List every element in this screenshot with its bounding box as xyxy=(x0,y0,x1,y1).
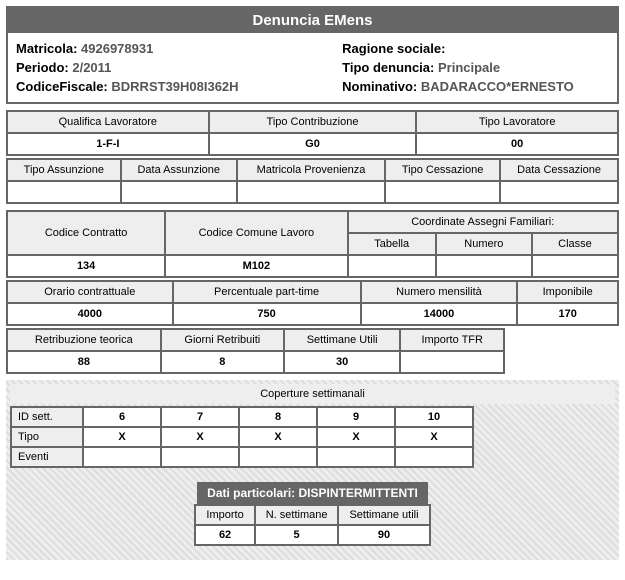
lbl-cf: CodiceFiscale: xyxy=(16,79,108,94)
val-qualifica: 1-F-I xyxy=(8,134,208,154)
eventi-3 xyxy=(318,448,394,466)
hdr-retrib-teor: Retribuzione teorica xyxy=(8,330,160,350)
hdr-tipo-lav: Tipo Lavoratore xyxy=(417,112,617,132)
idsett-4: 10 xyxy=(396,408,472,426)
val-matr-prov xyxy=(238,182,384,202)
hdr-cod-contratto: Codice Contratto xyxy=(8,212,164,254)
lbl-periodo: Periodo: xyxy=(16,60,69,75)
row-eventi: Eventi xyxy=(12,448,82,466)
val-cf: BDRRST39H08I362H xyxy=(111,79,238,94)
idsett-2: 8 xyxy=(240,408,316,426)
lbl-nominativo: Nominativo: xyxy=(342,79,417,94)
sec-assunzione: Tipo Assunzione Data Assunzione Matricol… xyxy=(6,158,619,204)
dp-v1: 5 xyxy=(256,526,338,544)
hdr-coord-assegni: Coordinate Assegni Familiari: xyxy=(349,212,617,232)
hdr-tipo-cess: Tipo Cessazione xyxy=(386,160,499,180)
lbl-tipo-denuncia: Tipo denuncia: xyxy=(342,60,434,75)
val-retrib-teor: 88 xyxy=(8,352,160,372)
tipo-4: X xyxy=(396,428,472,446)
idsett-1: 7 xyxy=(162,408,238,426)
dp-h0: Importo xyxy=(196,506,253,524)
val-matricola: 4926978931 xyxy=(81,41,153,56)
val-tipo-lav: 00 xyxy=(417,134,617,154)
tipo-2: X xyxy=(240,428,316,446)
eventi-4 xyxy=(396,448,472,466)
header-block: Matricola: 4926978931 Ragione sociale: P… xyxy=(8,33,617,102)
val-classe xyxy=(533,256,617,276)
val-orario: 4000 xyxy=(8,304,172,324)
val-giorni: 8 xyxy=(162,352,283,372)
coperture-table: ID sett. 6 7 8 9 10 Tipo X X X X X Event… xyxy=(10,406,474,468)
dp-v0: 62 xyxy=(196,526,253,544)
hdr-num-mens: Numero mensilità xyxy=(362,282,517,302)
hdr-tabella: Tabella xyxy=(349,234,435,254)
row-tipo: Tipo xyxy=(12,428,82,446)
val-cod-contratto: 134 xyxy=(8,256,164,276)
dp-v2: 90 xyxy=(339,526,428,544)
eventi-2 xyxy=(240,448,316,466)
sec-orario: Orario contrattuale Percentuale part-tim… xyxy=(6,280,619,326)
hdr-data-cess: Data Cessazione xyxy=(501,160,617,180)
val-perc-pt: 750 xyxy=(174,304,360,324)
val-imponibile: 170 xyxy=(518,304,617,324)
hdr-importo-tfr: Importo TFR xyxy=(401,330,503,350)
sec-retrib: Retribuzione teorica Giorni Retribuiti S… xyxy=(6,328,505,374)
row-idsett: ID sett. xyxy=(12,408,82,426)
dp-title: Dati particolari: DISPINTERMITTENTI xyxy=(197,482,428,504)
val-tabella xyxy=(349,256,435,276)
hdr-matr-prov: Matricola Provenienza xyxy=(238,160,384,180)
val-tipo-contrib: G0 xyxy=(210,134,416,154)
val-tipo-ass xyxy=(8,182,120,202)
lbl-ragione: Ragione sociale: xyxy=(342,41,445,56)
hdr-cod-comune: Codice Comune Lavoro xyxy=(166,212,346,254)
tipo-0: X xyxy=(84,428,160,446)
dp-h2: Settimane utili xyxy=(339,506,428,524)
val-numero xyxy=(437,256,531,276)
val-data-cess xyxy=(501,182,617,202)
hdr-perc-pt: Percentuale part-time xyxy=(174,282,360,302)
val-cod-comune: M102 xyxy=(166,256,346,276)
eventi-1 xyxy=(162,448,238,466)
hdr-classe: Classe xyxy=(533,234,617,254)
val-data-ass xyxy=(122,182,236,202)
coperture-block: Coperture settimanali ID sett. 6 7 8 9 1… xyxy=(6,380,619,560)
dp-table: Importo N. settimane Settimane utili 62 … xyxy=(194,504,430,546)
hdr-qualifica: Qualifica Lavoratore xyxy=(8,112,208,132)
coperture-title: Coperture settimanali xyxy=(10,384,615,404)
hdr-giorni: Giorni Retribuiti xyxy=(162,330,283,350)
sec-qualifica: Qualifica Lavoratore Tipo Contribuzione … xyxy=(6,110,619,156)
idsett-3: 9 xyxy=(318,408,394,426)
val-sett-utili: 30 xyxy=(285,352,400,372)
dp-h1: N. settimane xyxy=(256,506,338,524)
hdr-tipo-ass: Tipo Assunzione xyxy=(8,160,120,180)
hdr-orario: Orario contrattuale xyxy=(8,282,172,302)
hdr-tipo-contrib: Tipo Contribuzione xyxy=(210,112,416,132)
hdr-data-ass: Data Assunzione xyxy=(122,160,236,180)
val-importo-tfr xyxy=(401,352,503,372)
hdr-numero: Numero xyxy=(437,234,531,254)
val-tipo-denuncia: Principale xyxy=(438,60,500,75)
lbl-matricola: Matricola: xyxy=(16,41,77,56)
idsett-0: 6 xyxy=(84,408,160,426)
sec-contratto: Codice Contratto Codice Comune Lavoro Co… xyxy=(6,210,619,278)
eventi-0 xyxy=(84,448,160,466)
val-tipo-cess xyxy=(386,182,499,202)
val-num-mens: 14000 xyxy=(362,304,517,324)
hdr-sett-utili: Settimane Utili xyxy=(285,330,400,350)
tipo-1: X xyxy=(162,428,238,446)
val-periodo: 2/2011 xyxy=(72,60,111,75)
val-nominativo: BADARACCO*ERNESTO xyxy=(421,79,574,94)
tipo-3: X xyxy=(318,428,394,446)
form-title: Denuncia EMens xyxy=(8,8,617,33)
hdr-imponibile: Imponibile xyxy=(518,282,617,302)
